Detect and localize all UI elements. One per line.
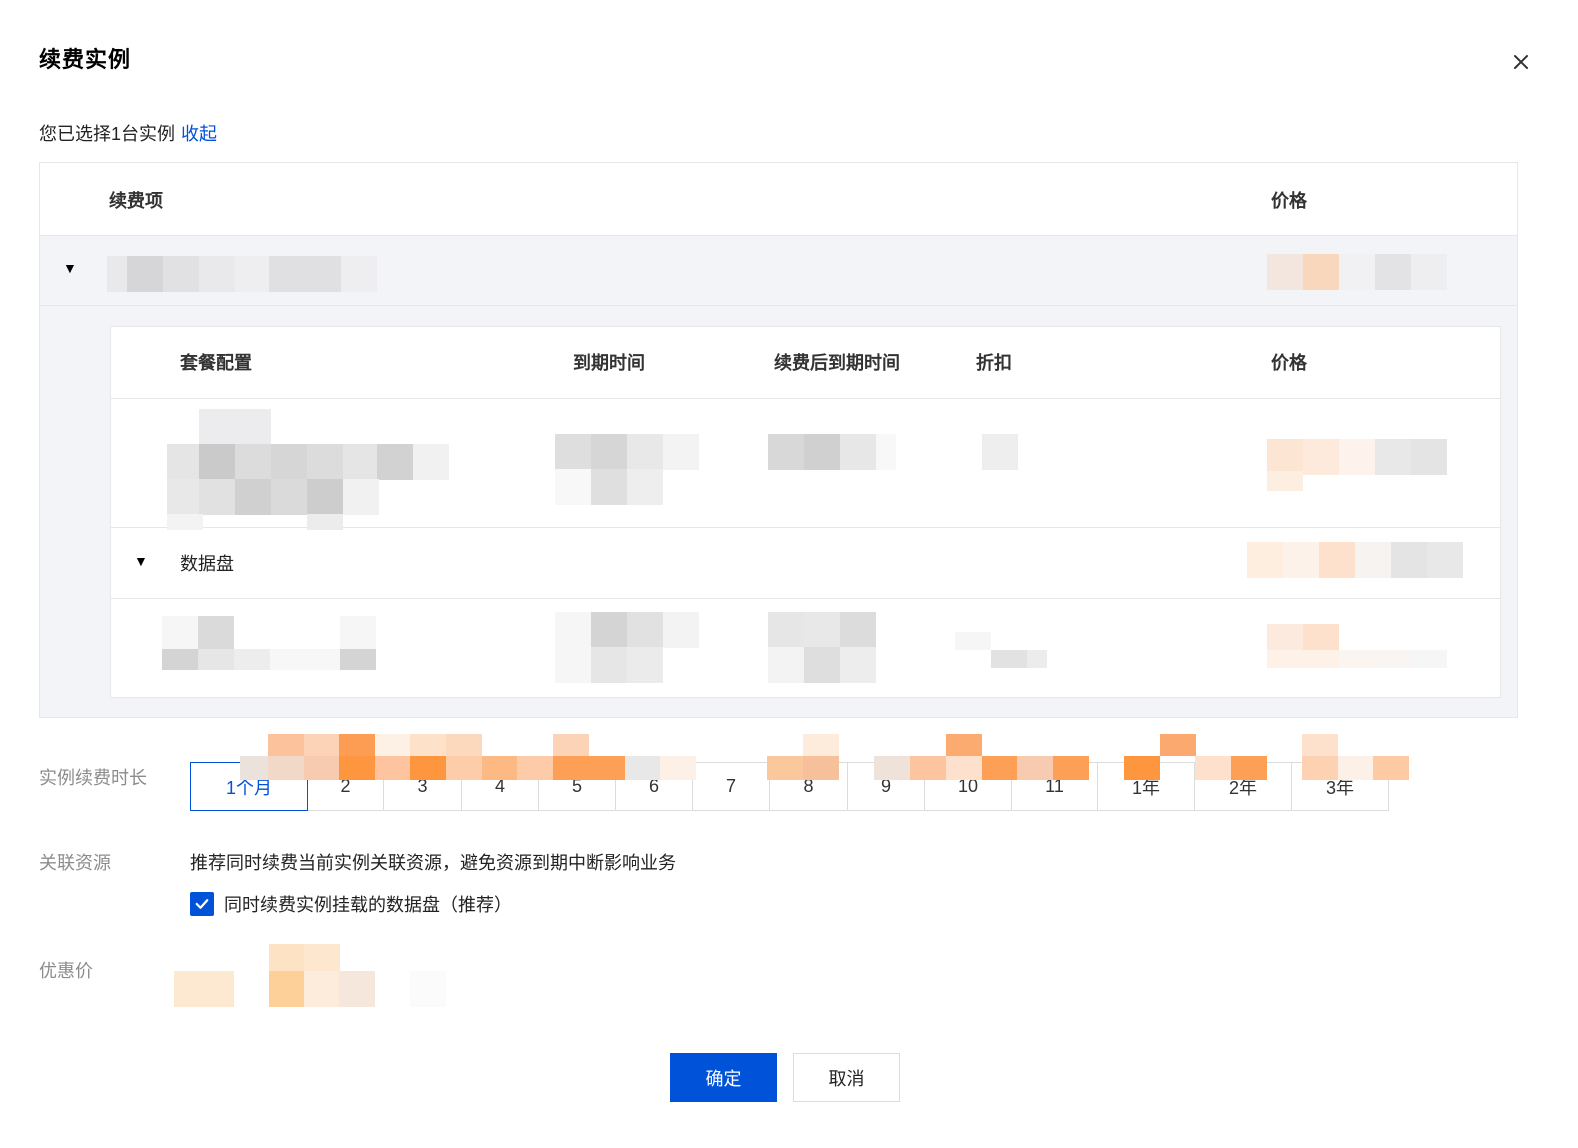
instance-detail-table: 套餐配置 到期时间 续费后到期时间 折扣 价格 ▼ 数据盘 <box>110 326 1501 698</box>
checkbox-checked-icon[interactable] <box>190 892 214 916</box>
data-disk-row[interactable]: ▼ 数据盘 <box>111 528 1500 599</box>
header-discount: 折扣 <box>976 353 1012 373</box>
caret-down-icon[interactable]: ▼ <box>63 260 77 276</box>
renew-disk-checkbox-row[interactable]: 同时续费实例挂载的数据盘（推荐） <box>190 891 512 917</box>
instance-row[interactable]: ▼ <box>40 236 1517 306</box>
dialog-footer: 确定 取消 <box>670 1053 900 1102</box>
package-row <box>111 399 1500 530</box>
renew-items-table: 续费项 价格 ▼ 套餐配置 到期时间 续费后到期时间 折扣 价格 ▼ 数据盘 <box>39 162 1518 718</box>
header-price: 价格 <box>1271 353 1307 373</box>
dialog-title: 续费实例 <box>39 47 132 72</box>
selection-summary: 您已选择1台实例 收起 <box>39 120 217 146</box>
discount-price-label: 优惠价 <box>39 961 93 981</box>
disk-detail-row <box>111 599 1500 697</box>
table-header: 续费项 价格 <box>40 163 1517 236</box>
confirm-button[interactable]: 确定 <box>670 1053 777 1102</box>
header-renew-item: 续费项 <box>109 191 163 211</box>
selection-text: 您已选择1台实例 <box>39 124 176 144</box>
duration-option-7[interactable]: 7 <box>693 762 770 811</box>
related-resources-hint: 推荐同时续费当前实例关联资源，避免资源到期中断影响业务 <box>190 853 676 873</box>
data-disk-label: 数据盘 <box>180 554 234 574</box>
close-icon[interactable] <box>1509 50 1533 74</box>
collapse-link[interactable]: 收起 <box>181 124 217 144</box>
related-resources-label: 关联资源 <box>39 853 111 873</box>
header-package: 套餐配置 <box>180 353 252 373</box>
header-expire: 到期时间 <box>573 353 645 373</box>
renew-disk-checkbox-label: 同时续费实例挂载的数据盘（推荐） <box>224 895 512 915</box>
caret-down-icon[interactable]: ▼ <box>134 553 148 569</box>
renew-duration-label: 实例续费时长 <box>39 768 147 788</box>
header-price: 价格 <box>1271 191 1307 211</box>
detail-header: 套餐配置 到期时间 续费后到期时间 折扣 价格 <box>111 327 1500 399</box>
renew-instance-dialog: 续费实例 您已选择1台实例 收起 续费项 价格 ▼ 套餐配置 到期时间 续费后到… <box>0 0 1578 1148</box>
header-after-renew-expire: 续费后到期时间 <box>774 353 900 373</box>
cancel-button[interactable]: 取消 <box>793 1053 900 1102</box>
